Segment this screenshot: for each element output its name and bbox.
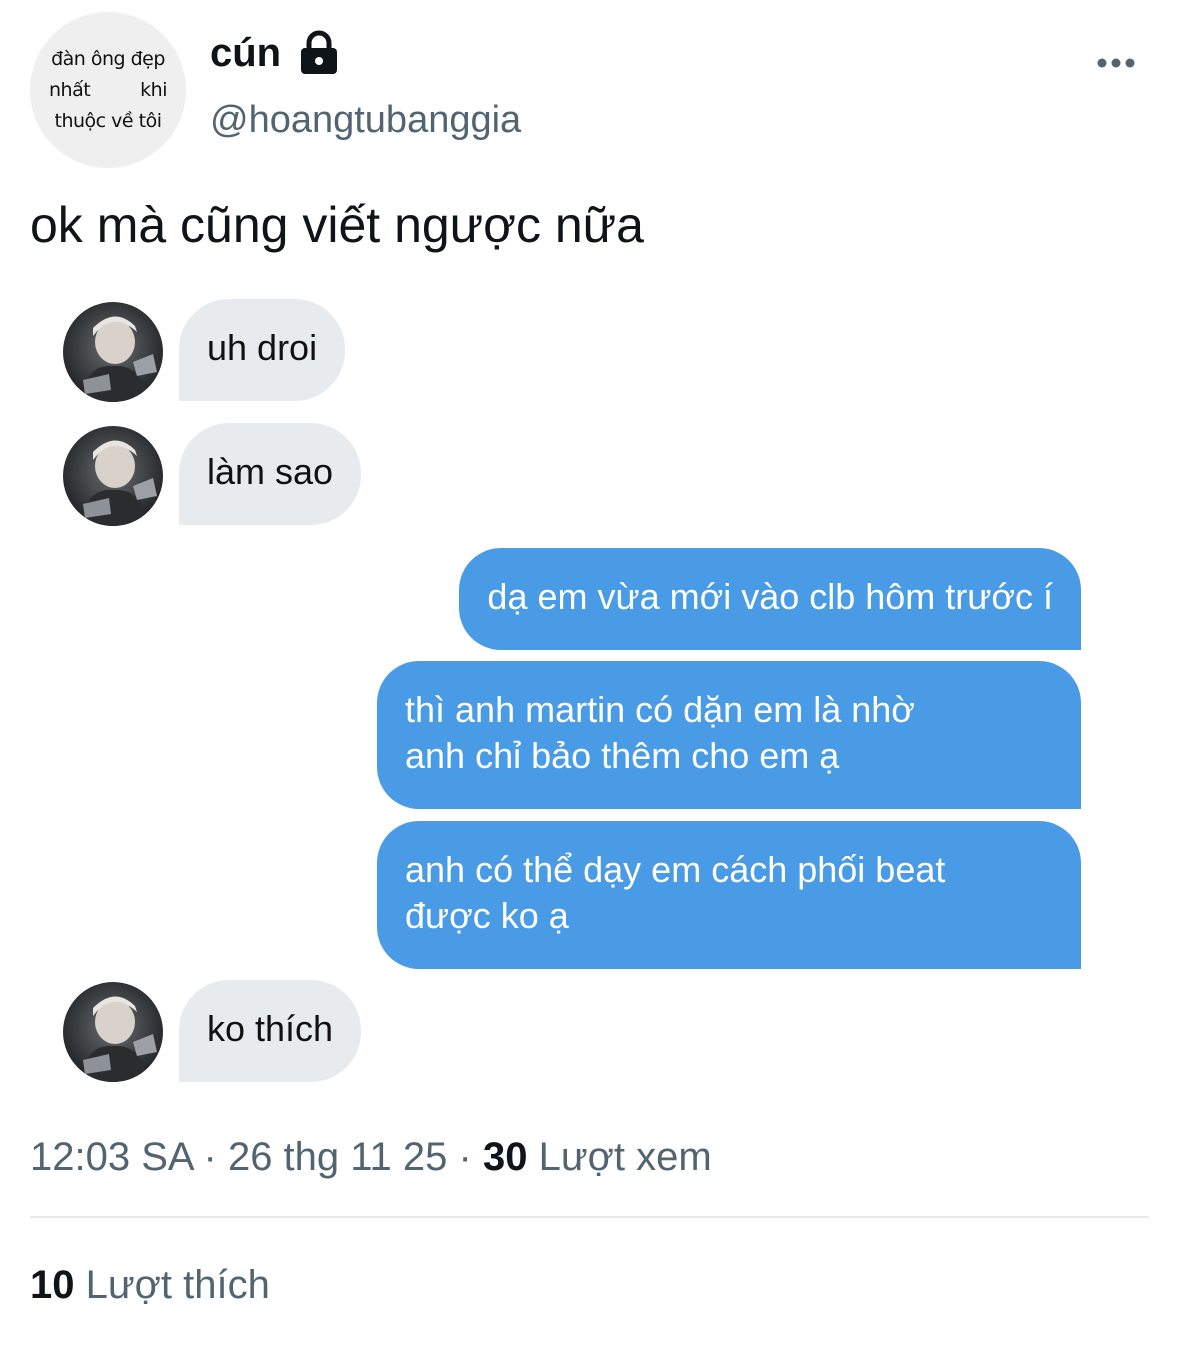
message-text: uh droi	[207, 327, 318, 368]
more-icon[interactable]	[1096, 52, 1136, 74]
display-name-row[interactable]: cún	[210, 28, 339, 78]
views-count: 30	[482, 1135, 528, 1179]
message-text: ko thích	[207, 1008, 334, 1049]
likes-label: Lượt thích	[85, 1263, 270, 1307]
tweet-time[interactable]: 12:03 SA	[30, 1135, 192, 1179]
tweet-date[interactable]: 26 thg 11 25	[228, 1135, 447, 1179]
avatar-text-line2b: khi	[140, 78, 167, 101]
profile-avatar[interactable]: đàn ông đẹp nhất khi thuộc về tôi	[30, 12, 186, 168]
avatar-text-line3: thuộc về tôi	[54, 109, 162, 132]
message-text: làm sao	[207, 451, 334, 492]
message-text-line: anh có thể dạy em cách phối beat	[405, 849, 946, 890]
message-bubble-incoming: ko thích	[179, 980, 362, 1082]
views-label: Lượt xem	[538, 1135, 712, 1179]
display-name[interactable]: cún	[210, 28, 281, 78]
message-text: dạ em vừa mới vào clb hôm trước í	[487, 576, 1053, 617]
message-bubble-outgoing: dạ em vừa mới vào clb hôm trước í	[459, 548, 1081, 650]
avatar-text-line2a: nhất	[49, 78, 91, 101]
chat-avatar-photo	[63, 426, 163, 526]
likes-count: 10	[30, 1263, 75, 1307]
tweet-meta: 12:03 SA · 26 thg 11 25 · 30 Lượt xem	[30, 1132, 712, 1182]
chat-avatar-photo	[63, 302, 163, 402]
message-bubble-outgoing: thì anh martin có dặn em là nhờ anh chỉ …	[377, 661, 1081, 809]
meta-separator: ·	[458, 1135, 472, 1179]
meta-separator: ·	[203, 1135, 217, 1179]
avatar-text: đàn ông đẹp nhất khi thuộc về tôi	[49, 44, 167, 137]
tweet-text: ok mà cũng viết ngược nữa	[30, 197, 644, 253]
message-bubble-incoming: làm sao	[179, 423, 362, 525]
chat-avatar-photo	[63, 982, 163, 1082]
message-text-line: thì anh martin có dặn em là nhờ	[405, 689, 915, 730]
avatar-text-line1: đàn ông đẹp	[51, 47, 165, 70]
message-bubble-outgoing: anh có thể dạy em cách phối beat được ko…	[377, 821, 1081, 969]
message-bubble-incoming: uh droi	[179, 299, 346, 401]
message-text-line: được ko ạ	[405, 895, 569, 936]
user-handle[interactable]: @hoangtubanggia	[210, 96, 521, 144]
likes-stat[interactable]: 10 Lượt thích	[30, 1260, 270, 1310]
divider	[30, 1216, 1149, 1218]
message-text-line: anh chỉ bảo thêm cho em ạ	[405, 735, 840, 776]
lock-icon	[301, 30, 338, 74]
